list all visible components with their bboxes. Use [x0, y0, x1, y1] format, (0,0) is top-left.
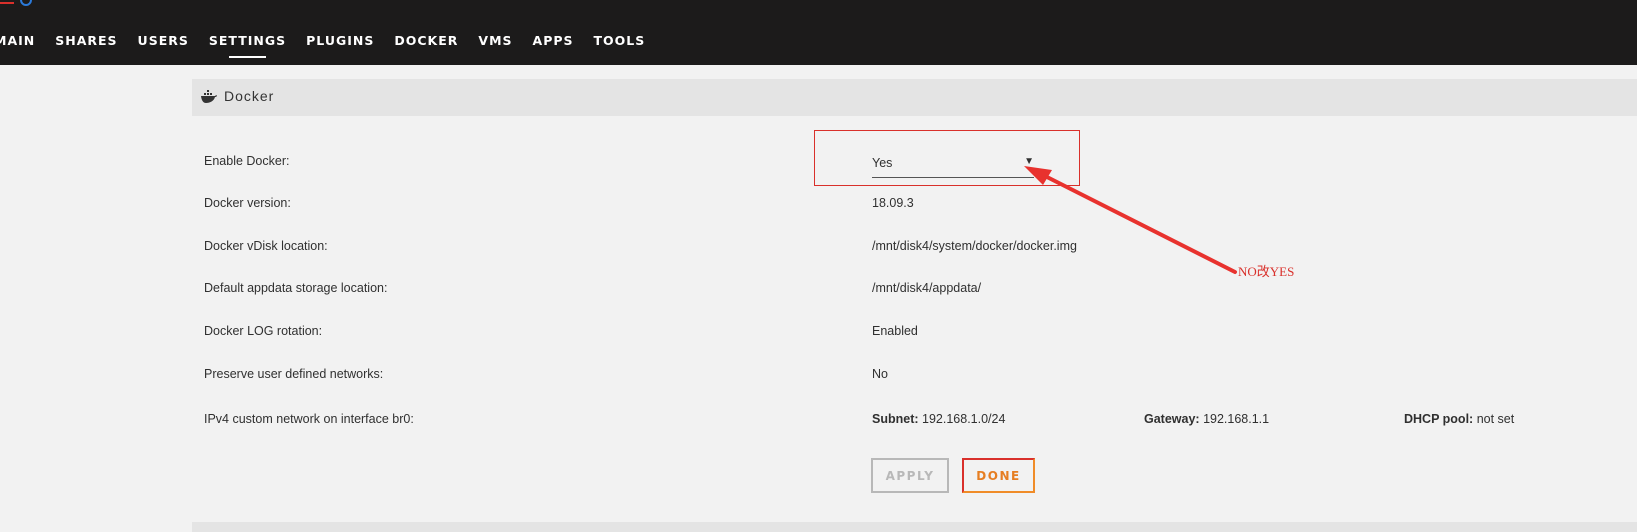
gateway-label: Gateway: [1144, 412, 1200, 426]
docker-version-value: 18.09.3 [872, 196, 914, 210]
subnet-label: Subnet: [872, 412, 919, 426]
dhcp-pool-value: not set [1476, 412, 1515, 426]
docker-whale-icon [201, 90, 217, 103]
vdisk-location-label: Docker vDisk location: [204, 239, 328, 253]
main-nav: MAIN SHARES USERS SETTINGS PLUGINS DOCKE… [0, 33, 665, 58]
log-rotation-value: Enabled [872, 324, 918, 338]
subnet-field: Subnet: 192.168.1.0/24 [872, 412, 1005, 426]
dhcp-pool-label: DHCP pool: [1404, 412, 1474, 426]
apply-button[interactable]: APPLY [871, 458, 949, 493]
panel-title: Docker [224, 88, 275, 104]
preserve-networks-value: No [872, 367, 888, 381]
dhcp-pool-field: DHCP pool: not set [1404, 412, 1514, 426]
nav-plugins[interactable]: PLUGINS [306, 33, 374, 48]
enable-docker-selected-value: Yes [872, 156, 893, 170]
nav-users[interactable]: USERS [138, 33, 189, 48]
done-button[interactable]: DONE [962, 458, 1035, 493]
nav-tools[interactable]: TOOLS [594, 33, 646, 48]
log-rotation-label: Docker LOG rotation: [204, 324, 323, 338]
nav-vms[interactable]: VMS [478, 33, 512, 48]
enable-docker-select[interactable]: Yes ▼ [872, 153, 1034, 178]
next-panel-edge [192, 522, 1637, 532]
vdisk-location-value: /mnt/disk4/system/docker/docker.img [872, 239, 1077, 253]
docker-version-label: Docker version: [204, 196, 291, 210]
nav-settings[interactable]: SETTINGS [209, 33, 286, 58]
gateway-field: Gateway: 192.168.1.1 [1144, 412, 1269, 426]
top-navigation-bar: MAIN SHARES USERS SETTINGS PLUGINS DOCKE… [0, 0, 1637, 65]
appdata-location-value: /mnt/disk4/appdata/ [872, 281, 982, 295]
enable-docker-label: Enable Docker: [204, 154, 290, 168]
preserve-networks-label: Preserve user defined networks: [204, 367, 384, 381]
nav-apps[interactable]: APPS [533, 33, 574, 48]
docker-panel-header: Docker [192, 79, 1637, 116]
nav-shares[interactable]: SHARES [55, 33, 117, 48]
ipv4-network-label: IPv4 custom network on interface br0: [204, 412, 414, 426]
nav-docker[interactable]: DOCKER [394, 33, 458, 48]
logo-fragment [0, 0, 14, 4]
subnet-value: 192.168.1.0/24 [922, 412, 1006, 426]
caret-down-icon: ▼ [1024, 156, 1034, 167]
annotation-text: NO改YES [1238, 264, 1295, 279]
nav-main[interactable]: MAIN [0, 33, 35, 48]
gateway-value: 192.168.1.1 [1203, 412, 1270, 426]
logo-fragment [20, 0, 32, 6]
appdata-location-label: Default appdata storage location: [204, 281, 388, 295]
